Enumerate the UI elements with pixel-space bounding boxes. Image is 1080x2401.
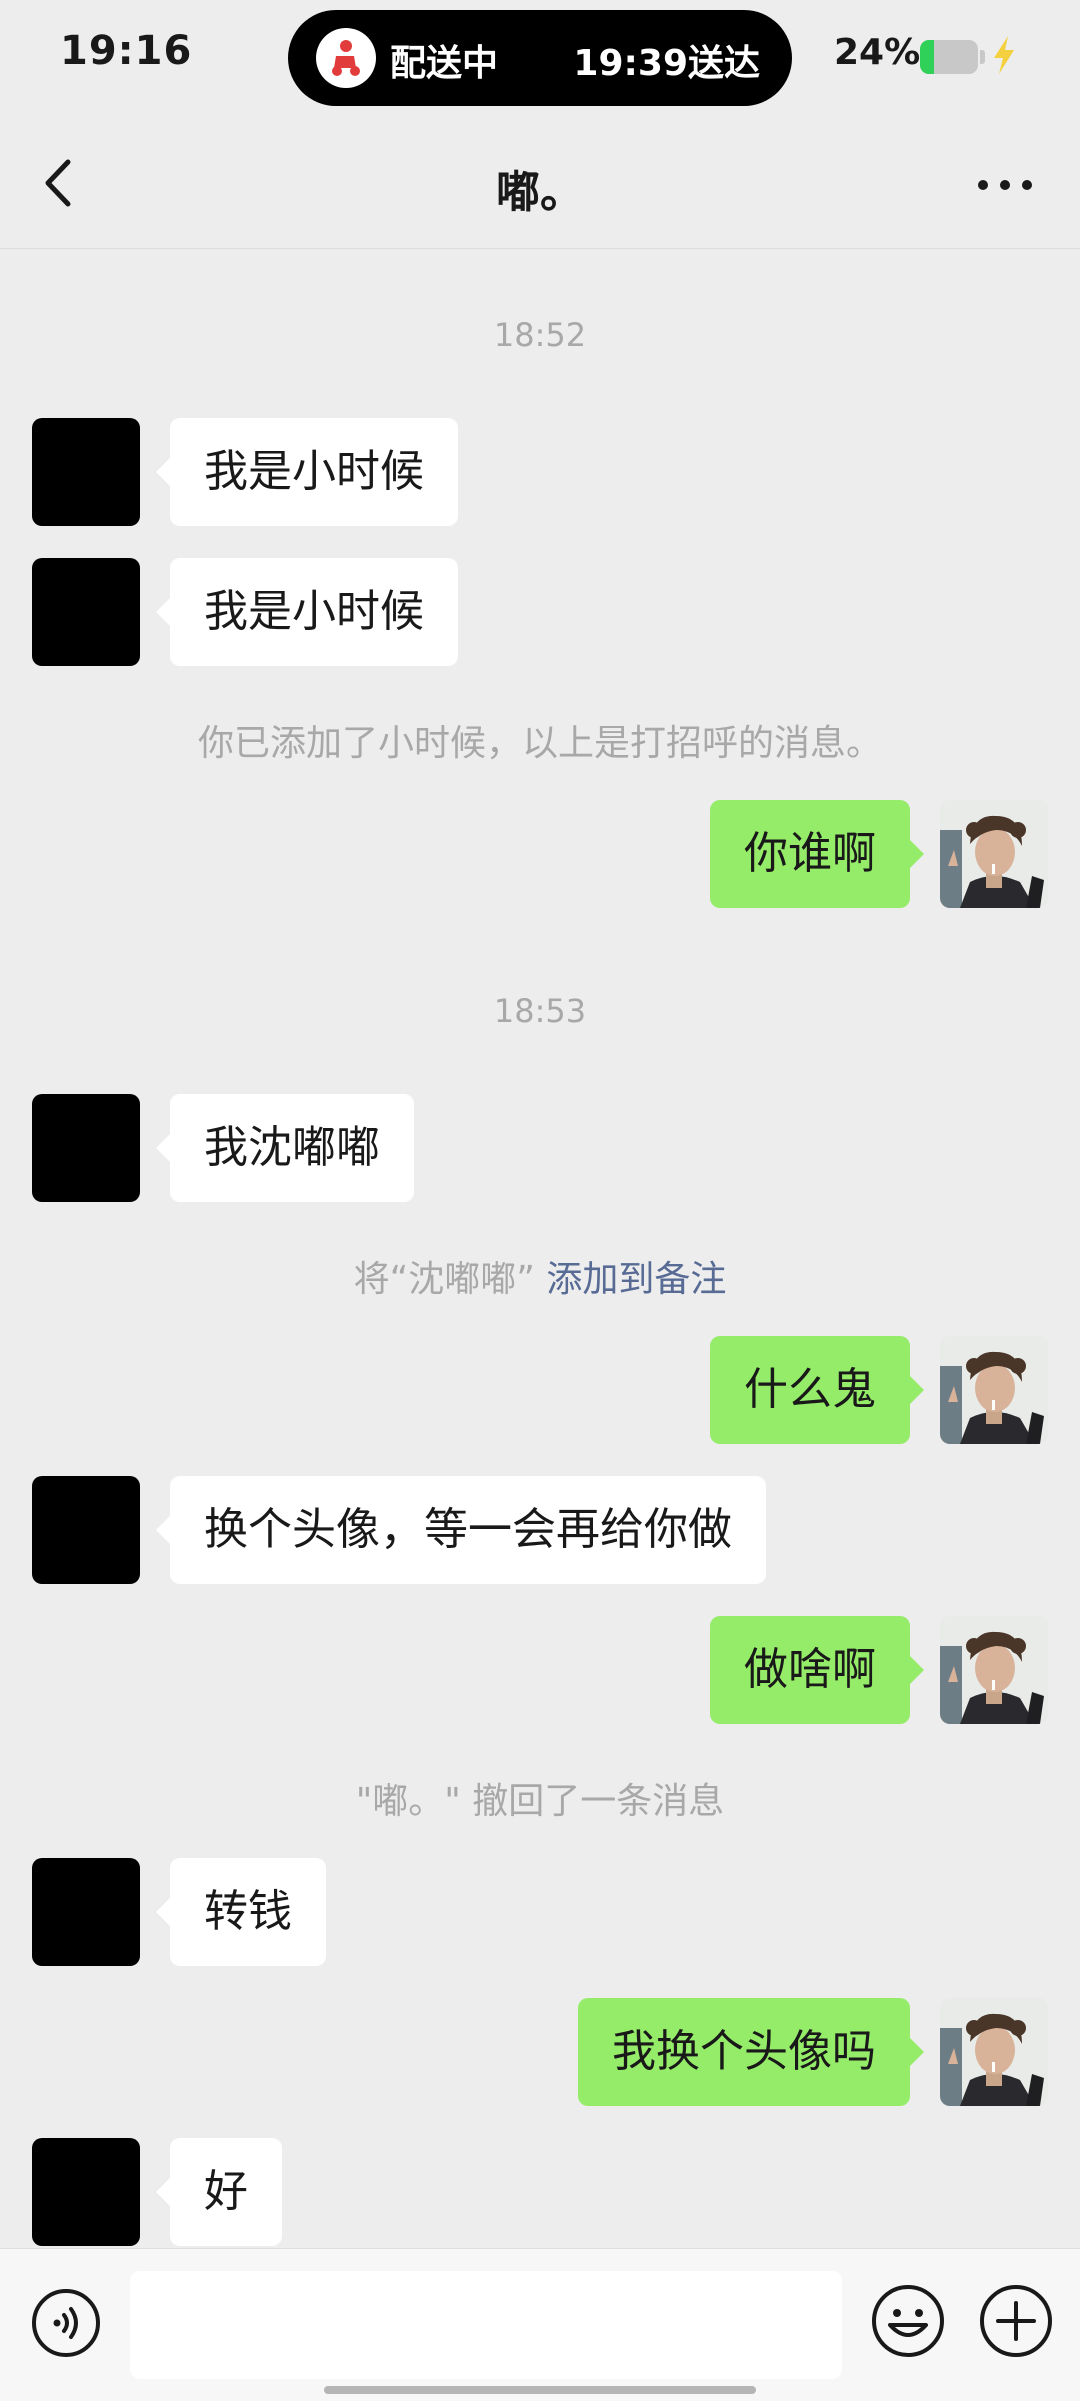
more-dots-icon[interactable] <box>970 160 1040 210</box>
time-separator: 18:53 <box>493 992 587 1030</box>
user-photo-avatar <box>940 1336 1048 1444</box>
my-avatar[interactable] <box>940 800 1048 908</box>
battery-icon <box>920 40 978 74</box>
delivery-eta: 19:39送达 <box>573 43 760 84</box>
emoji-icon[interactable] <box>870 2283 946 2359</box>
add-to-remark-link[interactable]: 添加到备注 <box>546 1259 726 1300</box>
incoming-message[interactable]: 我是小时候 <box>156 558 458 666</box>
chat-title: 嘟。 <box>496 167 584 218</box>
contact-avatar[interactable] <box>32 1094 140 1202</box>
incoming-message[interactable]: 我是小时候 <box>156 418 458 526</box>
remark-suggestion-notice: 将“沈嘟嘟” 添加到备注 <box>0 1250 1080 1302</box>
contact-avatar[interactable] <box>32 1858 140 1966</box>
incoming-message[interactable]: 换个头像，等一会再给你做 <box>156 1476 766 1584</box>
outgoing-message[interactable]: 你谁啊 <box>710 800 924 908</box>
my-avatar[interactable] <box>940 1336 1048 1444</box>
lightning-bolt-icon <box>994 36 1014 74</box>
plus-icon[interactable] <box>978 2283 1054 2359</box>
battery-tip <box>980 50 985 64</box>
status-bar: 19:16 配送中 19:39送达 24% <box>0 0 1080 120</box>
input-bar <box>0 2248 1080 2401</box>
outgoing-message[interactable]: 做啥啊 <box>710 1616 924 1724</box>
my-avatar[interactable] <box>940 1616 1048 1724</box>
my-avatar[interactable] <box>940 1998 1048 2106</box>
battery-percent: 24% <box>834 32 921 73</box>
battery-level-fill <box>920 40 934 74</box>
message-input[interactable] <box>130 2271 842 2379</box>
outgoing-message[interactable]: 我换个头像吗 <box>578 1998 924 2106</box>
delivery-scooter-icon <box>316 28 376 88</box>
user-photo-avatar <box>940 1616 1048 1724</box>
user-photo-avatar <box>940 800 1048 908</box>
home-indicator[interactable] <box>324 2386 756 2394</box>
delivery-live-activity[interactable]: 配送中 19:39送达 <box>288 10 792 106</box>
recall-notice: "嘟。" 撤回了一条消息 <box>355 1781 725 1822</box>
delivery-status: 配送中 <box>390 43 499 84</box>
contact-avatar[interactable] <box>32 418 140 526</box>
voice-icon[interactable] <box>30 2287 102 2359</box>
chat-header: 嘟。 <box>0 120 1080 249</box>
system-notice: 你已添加了小时候，以上是打招呼的消息。 <box>197 723 882 764</box>
contact-avatar[interactable] <box>32 2138 140 2246</box>
time-separator: 18:52 <box>493 316 587 354</box>
contact-avatar[interactable] <box>32 1476 140 1584</box>
user-photo-avatar <box>940 1998 1048 2106</box>
status-time: 19:16 <box>60 28 193 74</box>
incoming-message[interactable]: 好 <box>156 2138 282 2246</box>
incoming-message[interactable]: 我沈嘟嘟 <box>156 1094 414 1202</box>
incoming-message[interactable]: 转钱 <box>156 1858 326 1966</box>
contact-avatar[interactable] <box>32 558 140 666</box>
remark-suggestion-text: 将“沈嘟嘟” <box>353 1259 547 1300</box>
outgoing-message[interactable]: 什么鬼 <box>710 1336 924 1444</box>
